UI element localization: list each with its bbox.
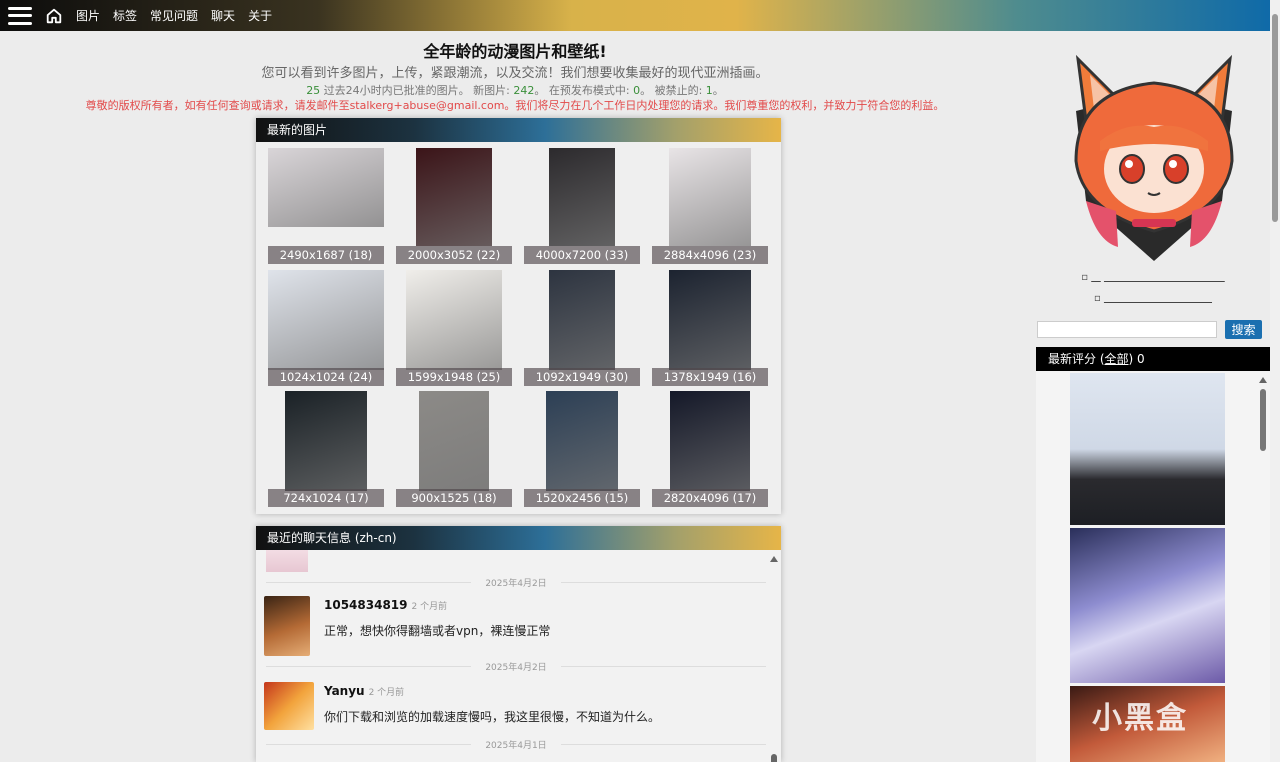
image-thumbnail[interactable] [268, 148, 384, 227]
page-subtitle: 您可以看到许多图片，上传，紧跟潮流，以及交流！我们想要收集最好的现代亚洲插画。 [261, 66, 769, 81]
nav-item-images[interactable]: 图片 [76, 7, 100, 24]
chat-username[interactable]: Yanyu 2 个月前 [324, 684, 404, 698]
image-caption: 1092x1949 (30) [524, 368, 640, 386]
image-tile[interactable]: 900x1525 (18) [396, 391, 512, 507]
image-caption: 2820x4096 (17) [652, 489, 768, 507]
image-caption: 724x1024 (17) [268, 489, 384, 507]
image-caption: 1378x1949 (16) [652, 368, 768, 386]
nav-item-tags[interactable]: 标签 [113, 7, 137, 24]
chat-date-separator: 2025年4月1日 [266, 738, 766, 751]
image-thumbnail[interactable] [419, 391, 489, 491]
image-tile[interactable]: 724x1024 (17) [268, 391, 384, 507]
stats-text: 。 [712, 84, 724, 97]
image-thumbnail[interactable] [416, 148, 492, 246]
ratings-scrollbar[interactable] [1258, 371, 1268, 762]
chat-date-separator: 2025年4月2日 [266, 660, 766, 673]
image-tile[interactable]: 1092x1949 (30) [524, 270, 640, 386]
chat-scrollbar[interactable] [769, 550, 779, 762]
nav-item-faq[interactable]: 常见问题 [150, 7, 198, 24]
image-tile[interactable]: 1520x2456 (15) [524, 391, 640, 507]
image-thumbnail[interactable] [669, 148, 751, 246]
recent-chat-title: 最近的聊天信息 (zh-cn) [256, 526, 781, 550]
stats-text: 过去24小时内已批准的图片。 新图片: [320, 84, 514, 97]
hamburger-menu-icon[interactable] [8, 6, 32, 25]
image-caption: 2884x4096 (23) [652, 246, 768, 264]
image-caption: 1024x1024 (24) [268, 368, 384, 386]
rated-image-thumbnail[interactable] [1070, 528, 1225, 683]
image-thumbnail[interactable] [285, 391, 367, 491]
stat-approved-24h: 25 [306, 84, 321, 97]
right-sidebar: ▫ ▫ 搜索 最新评分 (全部) 0 小黑盒 [1036, 31, 1270, 762]
recent-chat-panel: 最近的聊天信息 (zh-cn) 2025年4月2日 1054834819 2 个月… [256, 526, 781, 762]
stats-text: 。 被禁止的: [640, 84, 706, 97]
latest-ratings-title: 最新评分 (全部) 0 [1036, 347, 1270, 371]
latest-ratings-panel: 最新评分 (全部) 0 小黑盒 [1036, 347, 1270, 762]
username-text: 1054834819 [324, 598, 408, 612]
page-title: 全年龄的动漫图片和壁纸! [423, 42, 607, 61]
image-caption: 900x1525 (18) [396, 489, 512, 507]
ratings-label: 最新评分 ( [1048, 352, 1105, 366]
nav-item-about[interactable]: 关于 [248, 7, 272, 24]
message-time: 2 个月前 [411, 602, 448, 612]
search-input[interactable] [1037, 321, 1217, 338]
watermark-logo: 小黑盒 [1092, 701, 1188, 736]
stats-text: 。 在预发布模式中: [534, 84, 634, 97]
broken-image-link[interactable]: ▫ [1036, 293, 1270, 304]
chat-message-text: 你们下载和浏览的加载速度慢吗，我这里很慢，不知道为什么。 [324, 710, 661, 724]
image-thumbnail[interactable] [546, 391, 618, 491]
stats-line: 25 过去24小时内已批准的图片。 新图片: 242。 在预发布模式中: 0。 … [0, 82, 1030, 98]
message-time: 2 个月前 [368, 688, 405, 698]
image-tile[interactable]: 2820x4096 (17) [652, 391, 768, 507]
image-thumbnail[interactable] [549, 148, 615, 246]
image-thumbnail[interactable] [268, 270, 384, 370]
image-tile[interactable]: 4000x7200 (33) [524, 148, 640, 264]
search-button[interactable]: 搜索 [1225, 320, 1262, 339]
image-thumbnail[interactable] [549, 270, 615, 370]
image-caption: 2000x3052 (22) [396, 246, 512, 264]
top-nav-bar: 图片 标签 常见问题 聊天 关于 [0, 0, 1270, 31]
chat-avatar-partial [266, 550, 308, 572]
chat-body: 2025年4月2日 1054834819 2 个月前 正常，想快你得翻墙或者vpn… [256, 550, 781, 762]
avatar[interactable] [264, 596, 310, 656]
image-tile[interactable]: 1599x1948 (25) [396, 270, 512, 386]
image-tile[interactable]: 2884x4096 (23) [652, 148, 768, 264]
chat-date-separator: 2025年4月2日 [266, 576, 766, 589]
image-thumbnail[interactable] [670, 391, 750, 491]
chat-username[interactable]: 1054834819 2 个月前 [324, 598, 447, 612]
latest-images-title: 最新的图片 [256, 118, 781, 142]
image-caption: 2490x1687 (18) [268, 246, 384, 264]
ratings-all-link[interactable]: 全部 [1105, 352, 1129, 366]
copyright-notice: 尊敬的版权所有者，如有任何查询或请求，请发邮件至stalkerg+abuse@g… [85, 99, 945, 112]
page-scrollbar[interactable] [1270, 0, 1280, 762]
home-icon[interactable] [45, 7, 63, 25]
nav-item-chat[interactable]: 聊天 [211, 7, 235, 24]
chat-message-text: 正常，想快你得翻墙或者vpn，裸连慢正常 [324, 624, 551, 638]
nav-links: 图片 标签 常见问题 聊天 关于 [63, 7, 272, 24]
image-thumbnail[interactable] [669, 270, 751, 370]
image-caption: 4000x7200 (33) [524, 246, 640, 264]
rated-image-thumbnail[interactable] [1070, 373, 1225, 525]
image-thumbnail[interactable] [406, 270, 502, 370]
image-tile[interactable]: 2490x1687 (18) [268, 148, 384, 264]
image-tile[interactable]: 1378x1949 (16) [652, 270, 768, 386]
image-tile[interactable]: 1024x1024 (24) [268, 270, 384, 386]
search-bar: 搜索 [1036, 320, 1270, 340]
image-grid: 2490x1687 (18) 2000x3052 (22) 4000x7200 (3… [256, 142, 781, 514]
ratings-count: ) 0 [1128, 352, 1145, 366]
latest-images-panel: 最新的图片 2490x1687 (18) 2000x3052 (22) 4000x7… [256, 118, 781, 514]
image-tile[interactable]: 2000x3052 (22) [396, 148, 512, 264]
stat-banned: 1 [705, 84, 713, 97]
site-mascot-logo [1074, 54, 1234, 261]
stat-new-images: 242 [513, 84, 535, 97]
image-caption: 1520x2456 (15) [524, 489, 640, 507]
avatar[interactable] [264, 682, 314, 730]
broken-image-link[interactable]: ▫ [1036, 272, 1270, 283]
image-caption: 1599x1948 (25) [396, 368, 512, 386]
username-text: Yanyu [324, 684, 365, 698]
